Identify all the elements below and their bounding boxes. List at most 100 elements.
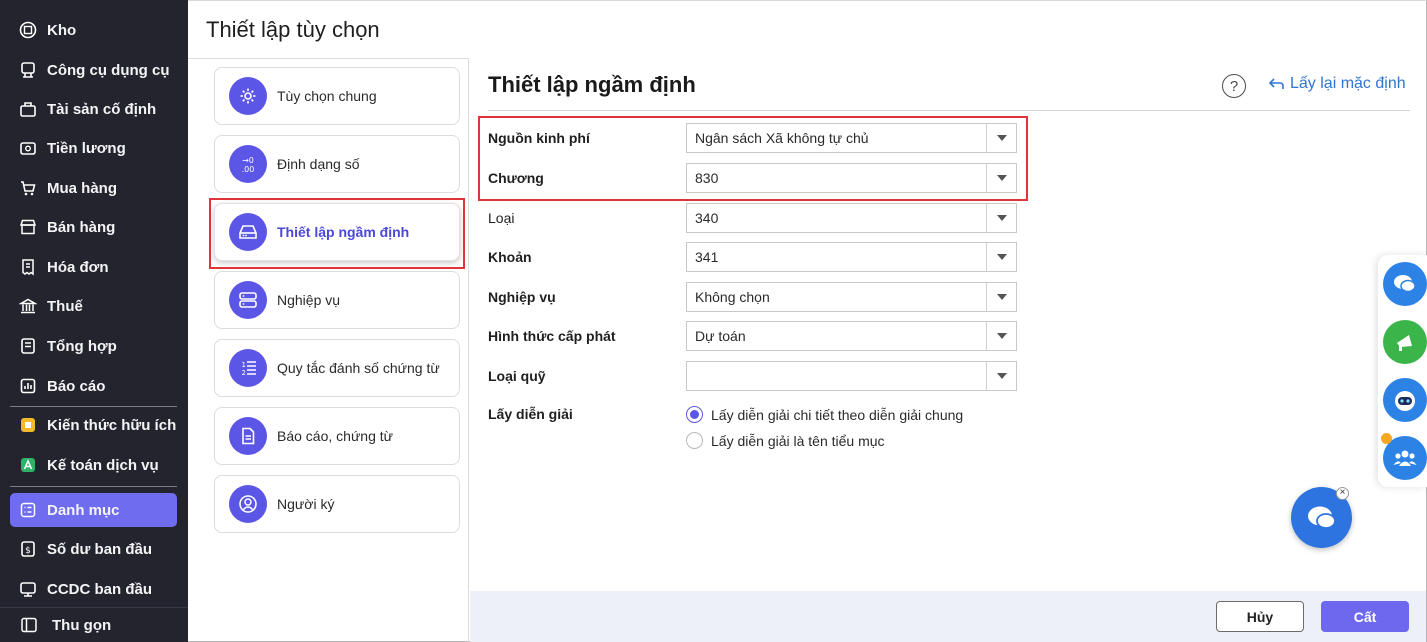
- chevron-down-icon[interactable]: [986, 322, 1016, 350]
- chevron-down-icon[interactable]: [986, 164, 1016, 192]
- select-value: Dự toán: [695, 328, 746, 344]
- chevron-down-icon[interactable]: [986, 124, 1016, 152]
- select-value: Ngân sách Xã không tự chủ: [695, 130, 869, 146]
- robot-icon: [1391, 386, 1419, 414]
- sidebar-item-bao-cao[interactable]: Báo cáo: [10, 369, 177, 403]
- sidebar-item-ccdc-ban-dau[interactable]: CCDC ban đầu: [10, 572, 177, 606]
- group-icon: [1392, 447, 1418, 469]
- field-category: Loại 340: [488, 202, 1018, 234]
- radio-description-detail[interactable]: Lấy diễn giải chi tiết theo diễn giải ch…: [686, 406, 963, 423]
- sidebar-item-hoa-don[interactable]: Hóa đơn: [10, 250, 177, 284]
- fund-type-select[interactable]: [686, 361, 1017, 391]
- sidebar-item-thue[interactable]: Thuế: [10, 289, 177, 323]
- sidebar-item-kho[interactable]: Kho: [10, 13, 177, 47]
- sidebar-item-ke-toan-dich-vu[interactable]: Kế toán dịch vụ: [10, 448, 177, 482]
- field-chapter: Chương 830: [488, 162, 1018, 194]
- svg-text:.00: .00: [242, 165, 255, 174]
- sidebar-item-label: Báo cáo: [47, 377, 106, 395]
- chapter-select[interactable]: 830: [686, 163, 1017, 193]
- sidebar-item-kien-thuc-huu-ich[interactable]: Kiến thức hữu ích: [10, 408, 177, 442]
- sidebar-divider: [10, 406, 177, 407]
- sidebar-item-tong-hop[interactable]: Tổng hợp: [10, 329, 177, 363]
- chevron-down-icon[interactable]: [986, 243, 1016, 271]
- category-select[interactable]: 340: [686, 203, 1017, 233]
- tools-icon: [18, 60, 38, 80]
- save-button[interactable]: Cất: [1321, 601, 1409, 632]
- undo-arrow-icon: [1268, 77, 1284, 91]
- chevron-down-icon[interactable]: [986, 204, 1016, 232]
- signer-icon: [229, 485, 267, 523]
- sidebar-item-label: Kế toán dịch vụ: [47, 456, 159, 474]
- divider: [488, 110, 1410, 111]
- select-value: Không chọn: [695, 289, 770, 305]
- service-accounting-icon: [18, 455, 38, 475]
- salary-icon: [18, 138, 38, 158]
- business-select[interactable]: Không chọn: [686, 282, 1017, 312]
- sidebar-item-label: Công cụ dụng cụ: [47, 61, 170, 79]
- opening-balance-icon: $: [18, 539, 38, 559]
- option-signer[interactable]: Người ký: [214, 475, 460, 533]
- main-area: Thiết lập tùy chọn Tùy chọn chung →0.00 …: [188, 0, 1427, 642]
- sidebar-item-danh-muc[interactable]: Danh mục: [10, 493, 177, 527]
- option-default-settings[interactable]: Thiết lập ngầm định: [214, 203, 460, 261]
- reset-defaults-label: Lấy lại mặc định: [1290, 75, 1406, 92]
- numbered-list-icon: 12: [229, 349, 267, 387]
- sidebar-item-label: CCDC ban đầu: [47, 580, 152, 598]
- field-label: Loại: [488, 210, 515, 226]
- help-icon[interactable]: ?: [1222, 74, 1246, 98]
- option-number-format[interactable]: →0.00 Định dạng số: [214, 135, 460, 193]
- funding-source-select[interactable]: Ngân sách Xã không tự chủ: [686, 123, 1017, 153]
- option-general[interactable]: Tùy chọn chung: [214, 67, 460, 125]
- collapse-sidebar-button[interactable]: Thu gọn: [0, 607, 188, 642]
- allocation-form-select[interactable]: Dự toán: [686, 321, 1017, 351]
- settings-panel: Thiết lập ngầm định ? Lấy lại mặc định N…: [470, 58, 1427, 642]
- warehouse-icon: [18, 20, 38, 40]
- reset-defaults-link[interactable]: Lấy lại mặc định: [1268, 75, 1406, 93]
- radio-button[interactable]: [686, 432, 703, 449]
- sidebar-divider: [10, 486, 177, 487]
- select-value: 341: [695, 249, 719, 265]
- knowledge-icon: [18, 415, 38, 435]
- sidebar-item-tien-luong[interactable]: Tiền lương: [10, 131, 177, 165]
- sidebar-item-label: Tiền lương: [47, 139, 126, 157]
- chevron-down-icon[interactable]: [986, 362, 1016, 390]
- cart-icon: [18, 178, 38, 198]
- option-reports-documents[interactable]: Báo cáo, chứng từ: [214, 407, 460, 465]
- sidebar-item-label: Kho: [47, 21, 77, 39]
- radio-button[interactable]: [686, 406, 703, 423]
- cancel-button[interactable]: Hủy: [1216, 601, 1304, 632]
- page-title: Thiết lập tùy chọn: [206, 17, 380, 42]
- item-select[interactable]: 341: [686, 242, 1017, 272]
- server-icon: [229, 281, 267, 319]
- option-label: Định dạng số: [277, 156, 360, 172]
- sidebar-item-cong-cu-dung-cu[interactable]: Công cụ dụng cụ: [10, 53, 177, 87]
- sidebar-item-so-du-ban-dau[interactable]: $ Số dư ban đầu: [10, 532, 177, 566]
- sidebar-item-mua-hang[interactable]: Mua hàng: [10, 171, 177, 205]
- sidebar-item-tai-san-co-dinh[interactable]: Tài sản cố định: [10, 92, 177, 126]
- sidebar-item-label: Kiến thức hữu ích: [47, 416, 177, 434]
- options-panel: Tùy chọn chung →0.00 Định dạng số Thiết …: [188, 58, 469, 642]
- drive-icon: [229, 213, 267, 251]
- field-label: Hình thức cấp phát: [488, 328, 616, 344]
- field-allocation-form: Hình thức cấp phát Dự toán: [488, 320, 1018, 352]
- radio-label: Lấy diễn giải là tên tiểu mục: [711, 432, 885, 449]
- field-funding-source: Nguồn kinh phí Ngân sách Xã không tự chủ: [488, 122, 1018, 154]
- footer-bar: Hủy Cất: [470, 591, 1426, 642]
- announcement-button[interactable]: [1383, 320, 1427, 364]
- sidebar-item-ban-hang[interactable]: Bán hàng: [10, 210, 177, 244]
- close-icon[interactable]: ×: [1336, 487, 1349, 500]
- option-label: Quy tắc đánh số chứng từ: [277, 360, 440, 376]
- option-document-numbering[interactable]: 12 Quy tắc đánh số chứng từ: [214, 339, 460, 397]
- chat-support-button[interactable]: [1383, 262, 1427, 306]
- radio-description-subitem[interactable]: Lấy diễn giải là tên tiểu mục: [686, 432, 885, 449]
- option-label: Nghiệp vụ: [277, 292, 341, 308]
- sidebar-item-label: Thuế: [47, 297, 83, 315]
- select-value: 830: [695, 170, 719, 186]
- sidebar-item-label: Mua hàng: [47, 179, 117, 197]
- chevron-down-icon[interactable]: [986, 283, 1016, 311]
- collapse-label: Thu gọn: [52, 616, 112, 634]
- option-business[interactable]: Nghiệp vụ: [214, 271, 460, 329]
- field-label: Khoản: [488, 249, 532, 265]
- number-format-icon: →0.00: [229, 145, 267, 183]
- assistant-bot-button[interactable]: [1383, 378, 1427, 422]
